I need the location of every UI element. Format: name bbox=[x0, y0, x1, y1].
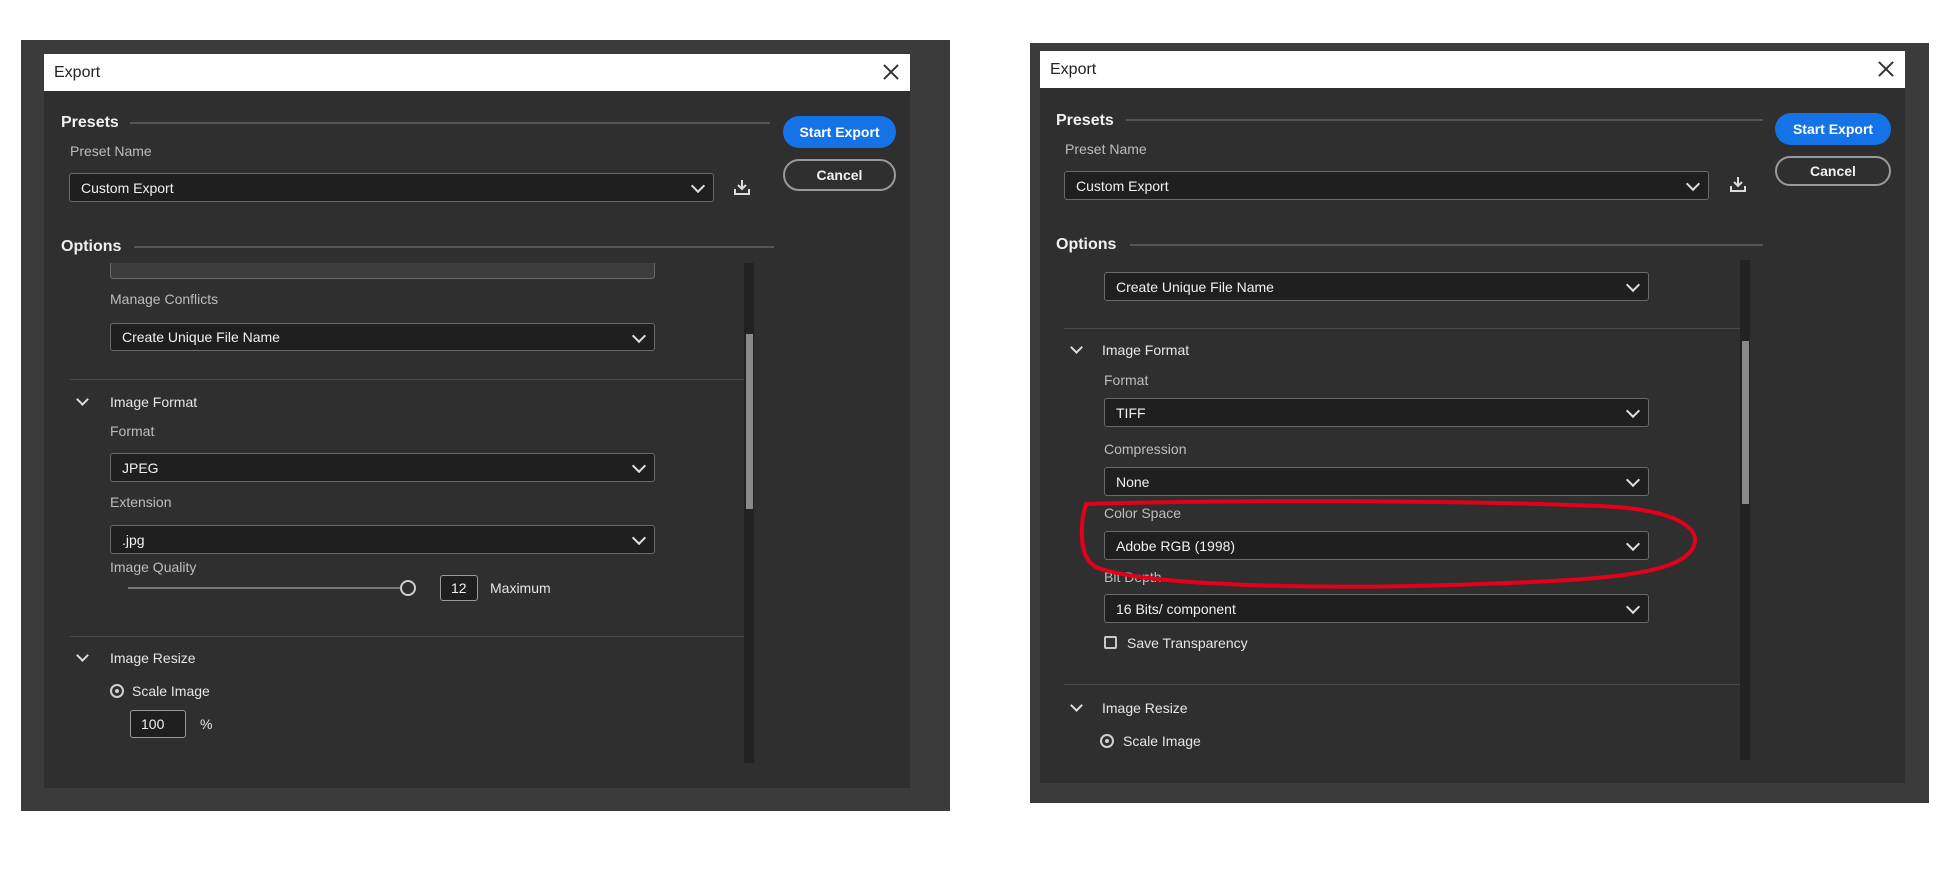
color-space-annotation bbox=[1079, 499, 1697, 589]
